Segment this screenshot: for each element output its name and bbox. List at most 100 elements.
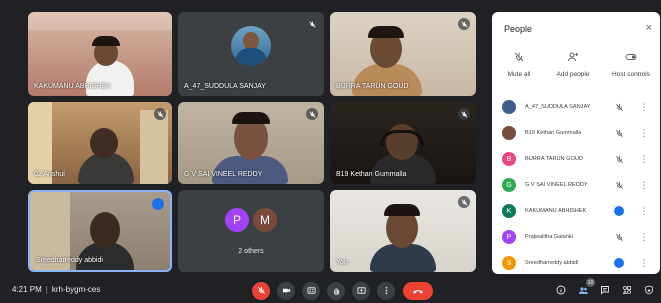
participant-name: BURRA TARUN GOUD [336,83,409,90]
more-options-icon[interactable]: ⋮ [640,205,649,217]
camera-toggle-button[interactable] [277,282,295,300]
meeting-details-button[interactable] [553,283,569,299]
participant-name: KAKUMANU ABHISHEK [525,208,587,214]
avatar [502,100,516,114]
chat-button[interactable] [597,283,613,299]
more-options-icon[interactable]: ⋮ [640,101,649,113]
list-item[interactable]: S Sreedharreddy abbidi ⋮ [492,250,660,274]
video-tile-speaking[interactable]: Sreedharreddy abbidi [28,190,172,272]
video-tile[interactable]: KAKUMANU ABHISHEK [28,12,172,96]
video-tile[interactable]: G V SAI VINEEL REDDY [178,102,324,184]
avatar: S [502,256,516,270]
mic-off-icon [613,153,625,165]
video-tile-self[interactable]: You [330,190,476,272]
speaking-indicator-icon [613,257,625,269]
close-icon[interactable]: × [646,22,652,34]
mic-off-icon [613,127,625,139]
mic-off-icon [306,108,318,120]
more-options-icon[interactable]: ⋮ [640,231,649,243]
more-vert-icon [382,282,391,300]
participant-name: Sreedharreddy abbidi [36,257,103,264]
participant-name: A_47_SUDDULA SANJAY [184,83,266,90]
meeting-code: krh-bygm-ces [51,285,101,294]
participant-name: Sreedharreddy abbidi [525,260,579,266]
mic-off-icon [257,282,266,300]
mute-all-button[interactable]: Mute all [492,50,546,78]
avatar: K [502,204,516,218]
mic-off-icon [613,101,625,113]
activities-button[interactable] [619,283,635,299]
more-options-icon[interactable]: ⋮ [640,179,649,191]
raise-hand-button[interactable] [327,282,345,300]
info-icon [556,282,566,300]
host-controls-button[interactable]: Host controls [604,50,658,78]
list-item[interactable]: A_47_SUDDULA SANJAY ⋮ [492,94,660,120]
bottom-toolbar: 4:21 PM | krh-bygm-ces 10 [0,278,661,303]
mic-off-icon [458,18,470,30]
mic-off-icon [306,18,318,30]
participant-name: BURRA TARUN GOUD [525,156,583,162]
more-options-icon[interactable]: ⋮ [640,153,649,165]
meeting-time: 4:21 PM [12,285,42,294]
mic-off-icon [458,108,470,120]
video-tile[interactable]: BURRA TARUN GOUD [330,12,476,96]
shield-lock-icon [644,282,654,300]
shapes-icon [622,282,632,300]
chat-icon [600,282,610,300]
mic-off-icon [613,231,625,243]
participant-name: 02 Anshul [34,171,65,178]
mic-off-icon [458,196,470,208]
present-icon [356,282,366,300]
mic-off-icon [613,179,625,191]
panel-title: People [504,24,533,34]
microphone-toggle-button[interactable] [252,282,270,300]
meeting-stage: KAKUMANU ABHISHEK A_47_SUDDULA SANJAY BU… [0,0,661,303]
present-screen-button[interactable] [352,282,370,300]
list-item[interactable]: P Prajwalitha Galanki ⋮ [492,224,660,250]
avatar [502,126,516,140]
end-call-icon [412,282,424,300]
video-tile[interactable]: A_47_SUDDULA SANJAY [178,12,324,96]
hand-icon [332,282,341,300]
video-tile-others[interactable]: P M 2 others [178,190,324,272]
speaking-indicator-icon [613,205,625,217]
participant-name: Prajwalitha Galanki [525,234,573,240]
participant-name: KAKUMANU ABHISHEK [34,83,111,90]
avatar [231,26,271,66]
list-item[interactable]: B BURRA TARUN GOUD ⋮ [492,146,660,172]
avatar: M [253,208,277,232]
meeting-info: 4:21 PM | krh-bygm-ces [12,285,101,294]
avatar: B [502,152,516,166]
video-tile[interactable]: B19 Kethan Gummalla [330,102,476,184]
video-tile[interactable]: 02 Anshul [28,102,172,184]
list-item[interactable]: B19 Kethan Gummalla ⋮ [492,120,660,146]
camera-icon [282,282,291,300]
more-options-icon[interactable]: ⋮ [640,127,649,139]
list-item[interactable]: K KAKUMANU ABHISHEK ⋮ [492,198,660,224]
more-options-icon[interactable]: ⋮ [640,257,649,269]
captions-icon [306,282,316,300]
others-avatars: P M [178,208,324,232]
mic-off-icon [154,108,166,120]
list-item[interactable]: G G V SAI VINEEL REDDY ⋮ [492,172,660,198]
mic-off-icon [513,50,525,62]
participant-name: B19 Kethan Gummalla [336,171,407,178]
add-people-button[interactable]: Add people [546,50,600,78]
toggle-icon [625,50,637,62]
avatar: P [225,208,249,232]
participant-name: B19 Kethan Gummalla [525,130,582,136]
people-button[interactable]: 10 [575,278,595,299]
others-count-label: 2 others [238,248,264,255]
participant-name: You [336,259,348,266]
participant-name: G V SAI VINEEL REDDY [184,171,263,178]
avatar: P [502,230,516,244]
add-person-icon [567,50,579,62]
participant-count-badge: 10 [586,278,595,287]
captions-button[interactable] [302,282,320,300]
speaking-indicator-icon [152,198,164,210]
host-safety-button[interactable] [641,283,657,299]
more-options-button[interactable] [377,282,395,300]
avatar: G [502,178,516,192]
people-panel: People × Mute all Add people Host contro… [492,12,660,274]
leave-call-button[interactable] [403,282,433,300]
